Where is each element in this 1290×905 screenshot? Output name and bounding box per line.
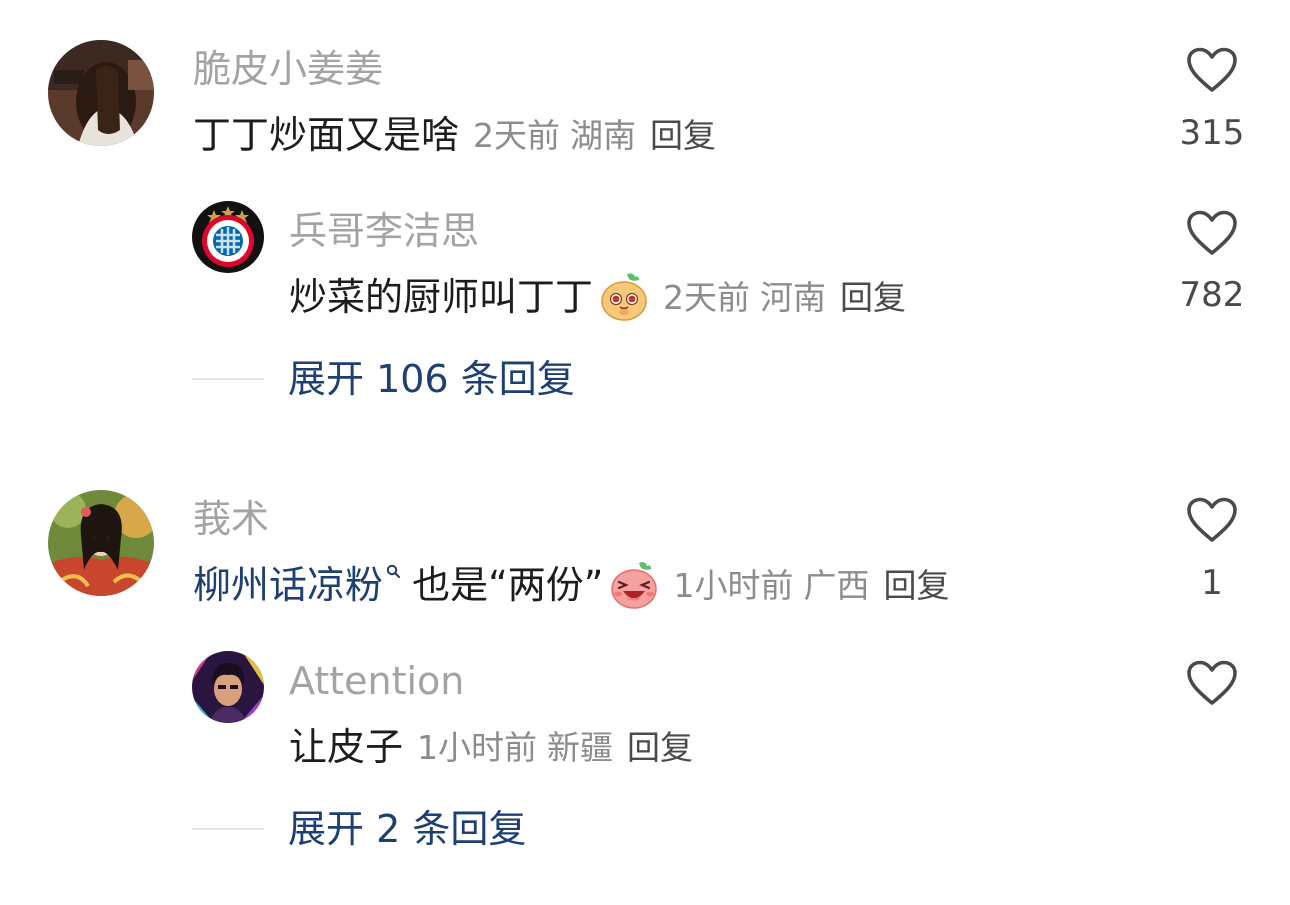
reply-body-line: 炒菜的厨师叫丁丁 2天前 河南 回复 — [289, 270, 906, 324]
reply-button[interactable]: 回复 — [627, 731, 693, 764]
reply-username[interactable]: 兵哥李洁思 — [289, 212, 479, 250]
avatar-photo-icon — [48, 490, 154, 596]
cute-face-emoji-icon — [599, 272, 649, 322]
avatar[interactable] — [48, 40, 154, 146]
avatar[interactable] — [48, 490, 154, 596]
search-link[interactable]: 柳州话凉粉 — [193, 566, 383, 604]
reply-time: 2天前 — [663, 277, 751, 317]
expand-replies-label: 展开 2 条回复 — [288, 807, 527, 851]
comment-text: 也是“两份” — [400, 563, 604, 607]
avatar-neon-portrait-icon — [192, 651, 264, 723]
reply-location: 河南 — [760, 277, 827, 317]
expand-replies-label: 展开 106 条回复 — [288, 357, 575, 401]
reply-button[interactable]: 回复 — [650, 119, 716, 152]
comment-meta: 1小时前 广西 — [673, 569, 869, 602]
search-icon[interactable] — [386, 564, 401, 587]
like-button[interactable] — [1186, 210, 1238, 256]
comment-username[interactable]: 脆皮小姜姜 — [193, 50, 383, 88]
laughing-face-emoji-icon — [609, 560, 659, 610]
comment-list: 脆皮小姜姜 丁丁炒面又是啥 2天前 湖南 回复 315 兵哥李洁思 炒菜的厨师叫丁… — [0, 0, 1290, 905]
reply-body-line: 让皮子 1小时前 新疆 回复 — [289, 725, 693, 769]
heart-icon — [1187, 210, 1237, 255]
comment-time: 1小时前 — [673, 565, 794, 605]
like-count: 1 — [1201, 563, 1223, 603]
comment-body-line: 柳州话凉粉 也是“两份” 1小时前 广西 回复 — [193, 558, 949, 612]
heart-icon — [1187, 497, 1237, 542]
comment-body-line: 丁丁炒面又是啥 2天前 湖南 回复 — [193, 113, 716, 157]
like-count: 315 — [1179, 113, 1245, 153]
avatar[interactable] — [192, 201, 264, 273]
comment-username[interactable]: 莪术 — [193, 500, 269, 538]
divider — [192, 828, 264, 830]
reply-username[interactable]: Attention — [289, 662, 464, 700]
reply-meta: 1小时前 新疆 — [417, 731, 613, 764]
like-count: 782 — [1179, 275, 1245, 315]
expand-replies-button[interactable]: 展开 2 条回复 — [192, 810, 526, 848]
like-button[interactable] — [1186, 660, 1238, 706]
comment-meta: 2天前 湖南 — [473, 119, 636, 152]
divider — [192, 378, 264, 380]
reply-text: 炒菜的厨师叫丁丁 — [289, 275, 594, 319]
heart-icon — [1187, 47, 1237, 92]
comment-location: 湖南 — [570, 115, 637, 155]
heart-icon — [1187, 660, 1237, 705]
avatar[interactable] — [192, 651, 264, 723]
comment-text: 丁丁炒面又是啥 — [193, 113, 460, 157]
like-button[interactable] — [1186, 47, 1238, 93]
reply-text: 让皮子 — [289, 725, 404, 769]
like-button[interactable] — [1186, 497, 1238, 543]
reply-button[interactable]: 回复 — [883, 569, 949, 602]
expand-replies-button[interactable]: 展开 106 条回复 — [192, 360, 575, 398]
reply-button[interactable]: 回复 — [840, 281, 906, 314]
comment-location: 广西 — [803, 565, 870, 605]
fc-bayern-logo-icon — [192, 201, 264, 273]
reply-meta: 2天前 河南 — [663, 281, 826, 314]
comment-time: 2天前 — [473, 115, 561, 155]
reply-location: 新疆 — [547, 727, 614, 767]
reply-time: 1小时前 — [417, 727, 538, 767]
avatar-photo-icon — [48, 40, 154, 146]
